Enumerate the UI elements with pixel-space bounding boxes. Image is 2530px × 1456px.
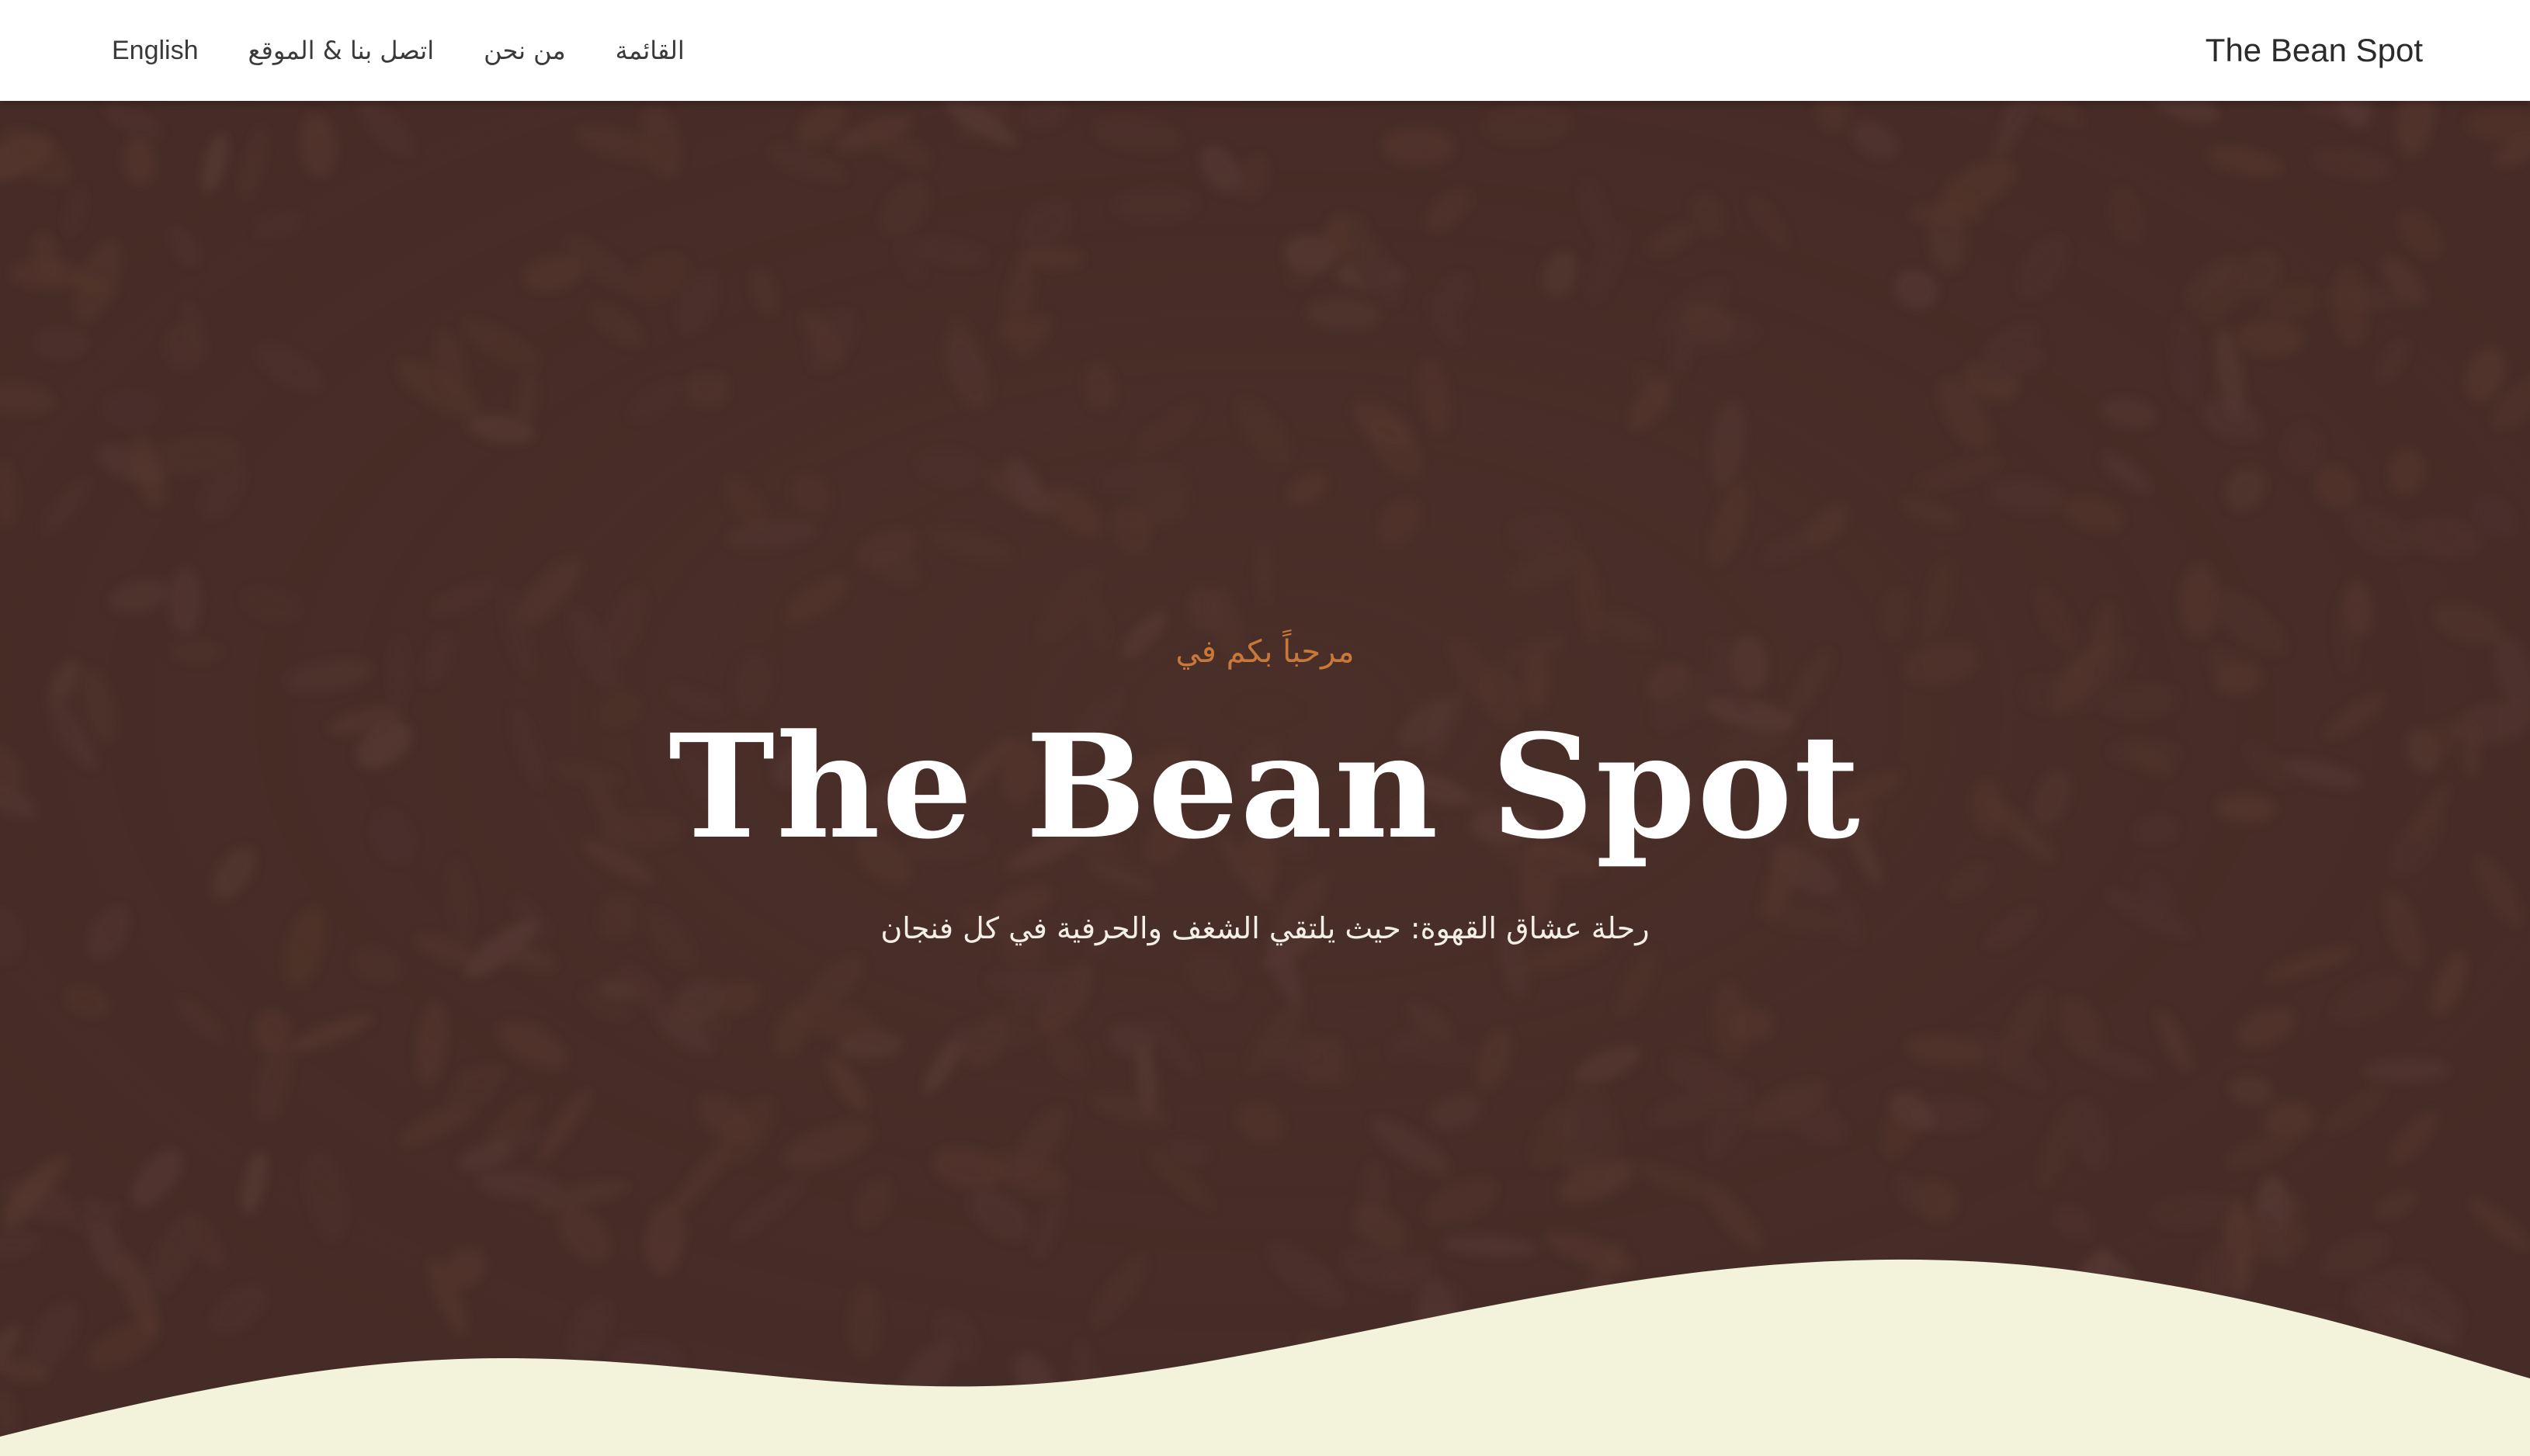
main-nav: English اتصل بنا & الموقع من نحن القائمة [112,36,734,66]
brand-logo-link[interactable]: The Bean Spot [2206,32,2423,69]
hero-kicker-text: مرحباً بكم في [1175,634,1355,670]
nav-link-contact[interactable]: اتصل بنا & الموقع [248,36,435,65]
language-toggle-link[interactable]: English [112,36,199,66]
nav-link-about[interactable]: من نحن [484,36,566,65]
wave-divider [0,1259,2530,1456]
site-header: English اتصل بنا & الموقع من نحن القائمة… [0,0,2530,101]
hero-title: The Bean Spot [668,703,1862,871]
hero-content: مرحباً بكم في The Bean Spot رحلة عشاق ال… [0,629,2530,952]
nav-link-menu[interactable]: القائمة [616,36,685,65]
hero-tagline: رحلة عشاق القهوة: حيث يلتقي الشغف والحرف… [880,911,1650,945]
hero-section: مرحباً بكم في The Bean Spot رحلة عشاق ال… [0,101,2530,1456]
